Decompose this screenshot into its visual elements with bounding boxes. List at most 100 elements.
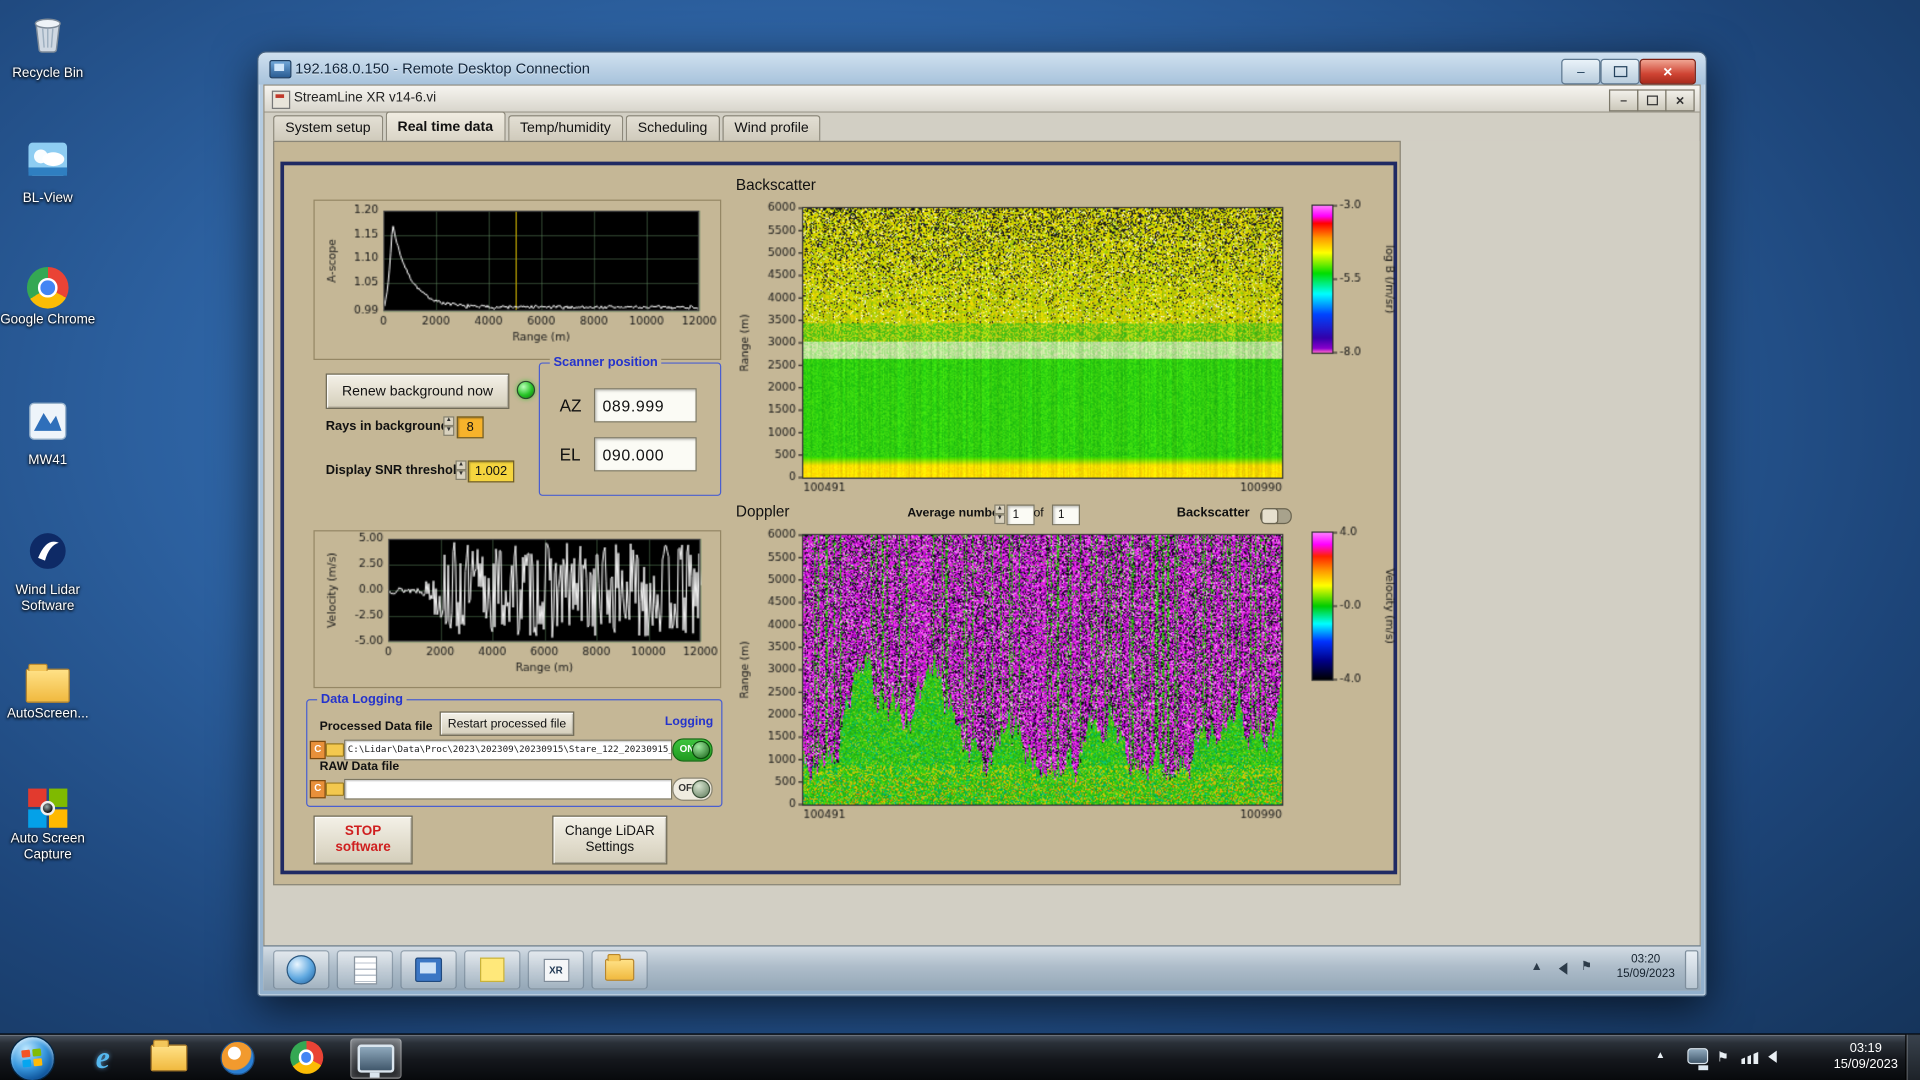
tray-rdp-icon[interactable] (1687, 1048, 1709, 1071)
remote-taskbar: XR ▲ ⚑ 03:20 15/09/2023 (263, 945, 1701, 991)
backscatter-doppler-toggle[interactable] (1260, 508, 1292, 525)
snr-value[interactable]: 1.002 (467, 460, 515, 483)
taskbar-rdp-button[interactable] (350, 1038, 402, 1079)
rdc-window-title: 192.168.0.150 - Remote Desktop Connectio… (295, 60, 590, 78)
internet-explorer-icon: e (95, 1038, 110, 1075)
tab-scheduling[interactable]: Scheduling (625, 115, 720, 141)
taskbar-media-player-button[interactable] (213, 1038, 262, 1076)
change-lidar-settings-button[interactable]: Change LiDAR Settings (552, 815, 668, 865)
remote-taskbar-explorer-button[interactable] (591, 950, 648, 990)
streamline-app-window: StreamLine XR v14-6.vi System setup Real… (263, 84, 1701, 947)
remote-show-desktop-button[interactable] (1684, 950, 1699, 990)
raw-logging-toggle[interactable]: OFF (672, 777, 713, 801)
desktop-icon-label: BL-View (22, 191, 73, 206)
browse-folder-icon[interactable] (325, 743, 345, 757)
media-player-icon (220, 1040, 255, 1075)
raw-data-file-path[interactable] (344, 778, 673, 800)
average-total-field[interactable]: 1 (1051, 504, 1080, 526)
velocity-plot (313, 530, 722, 689)
logging-label: Logging (664, 715, 714, 729)
remote-taskbar-xr-app-button[interactable]: XR (527, 950, 585, 990)
remote-taskbar-app-button[interactable] (400, 950, 457, 990)
rdc-session-area: StreamLine XR v14-6.vi System setup Real… (263, 84, 1701, 991)
el-value-field[interactable]: 090.000 (593, 437, 697, 472)
remote-tray-up-arrow[interactable]: ▲ (1531, 960, 1543, 973)
desktop-icon-label: Recycle Bin (12, 66, 84, 81)
az-value-field[interactable]: 089.999 (593, 388, 697, 423)
taskbar-ie-button[interactable]: e (78, 1038, 127, 1076)
tab-temp-humidity[interactable]: Temp/humidity (507, 115, 624, 141)
remote-taskbar-browser-button[interactable] (273, 950, 330, 990)
rdc-minimize-button[interactable]: – (1561, 58, 1601, 85)
tab-wind-profile[interactable]: Wind profile (722, 115, 821, 141)
tab-system-setup[interactable]: System setup (273, 115, 383, 141)
desktop-icon-recycle-bin[interactable]: Recycle Bin (0, 10, 105, 82)
windows-flag-icon (21, 1048, 43, 1068)
app-restore-button[interactable] (1637, 89, 1667, 112)
desktop-icon-wind-lidar[interactable]: Wind Lidar Software (0, 529, 105, 615)
scanner-position-group: Scanner position AZ 089.999 EL 090.000 (538, 355, 722, 496)
browse-folder-icon[interactable] (325, 782, 345, 796)
auto-screen-capture-icon (28, 788, 68, 828)
taskbar-explorer-button[interactable] (144, 1038, 193, 1076)
renew-background-button[interactable]: Renew background now (325, 373, 510, 409)
rdc-close-button[interactable]: × (1639, 58, 1696, 85)
tray-up-arrow[interactable]: ▲ (1656, 1049, 1666, 1060)
average-number-label: Average number (907, 506, 1004, 521)
tray-flag-icon[interactable]: ⚑ (1717, 1049, 1729, 1066)
sticky-note-icon (480, 957, 505, 983)
snr-spinner[interactable]: ▲ ▼ (455, 460, 467, 480)
tray-network-icon[interactable] (1741, 1051, 1759, 1065)
average-number-spinner[interactable]: ▲ ▼ (994, 504, 1006, 525)
desktop-icon-label: Google Chrome (0, 312, 96, 327)
average-number-field[interactable]: 1 (1006, 504, 1035, 526)
rays-spinner[interactable]: ▲ ▼ (443, 416, 455, 436)
remote-taskbar-notes-button[interactable] (464, 950, 521, 990)
data-logging-group: Data Logging Processed Data file Restart… (306, 691, 723, 807)
browser-icon (286, 955, 316, 985)
rdc-maximize-button[interactable] (1600, 58, 1640, 85)
taskbar-chrome-button[interactable] (282, 1038, 331, 1076)
rdc-app-icon (269, 60, 292, 79)
rays-in-background-label: Rays in background (325, 418, 449, 434)
taskbar-clock[interactable]: 03:19 15/09/2023 (1834, 1041, 1898, 1073)
processed-logging-toggle[interactable]: ON (672, 738, 713, 762)
app-titlebar[interactable]: StreamLine XR v14-6.vi (264, 85, 1700, 113)
desktop-icon-label: Auto Screen Capture (10, 831, 85, 863)
snr-threshold-label: Display SNR threshold (325, 462, 465, 478)
app-minimize-button[interactable] (1608, 89, 1639, 112)
processed-data-file-label: Processed Data file (319, 720, 433, 734)
desktop-icon-google-chrome[interactable]: Google Chrome (0, 266, 105, 328)
tray-volume-icon[interactable] (1768, 1050, 1777, 1063)
remote-taskbar-notepad-button[interactable] (336, 950, 394, 990)
drive-icon: C (309, 740, 326, 760)
remote-volume-icon[interactable] (1558, 962, 1568, 975)
restart-processed-file-button[interactable]: Restart processed file (439, 711, 575, 736)
tab-real-time-data[interactable]: Real time data (385, 111, 506, 141)
start-button[interactable] (9, 1035, 56, 1080)
toggle-knob (691, 780, 711, 799)
stop-software-button[interactable]: STOP software (313, 815, 413, 865)
bl-view-icon (26, 137, 70, 187)
vi-front-panel: Renew background now Rays in background … (264, 140, 1700, 946)
of-label: of (1033, 506, 1044, 521)
desktop-icon-bl-view[interactable]: BL-View (0, 137, 105, 207)
desktop-icon-mw41[interactable]: MW41 (0, 399, 105, 469)
az-label: AZ (559, 395, 582, 416)
backscatter-heatmap (729, 198, 1398, 503)
ascope-plot (313, 199, 722, 360)
processed-data-file-path[interactable]: C:\Lidar\Data\Proc\2023\202309\20230915\… (344, 739, 673, 761)
desktop-icon-autoscreen[interactable]: AutoScreen... (0, 661, 105, 722)
screen: Recycle Bin BL-View Google Chrome MW41 W… (0, 0, 1920, 1080)
desktop-icon-label: MW41 (28, 453, 68, 468)
remote-desktop-icon (357, 1044, 395, 1078)
toggle-knob (1261, 508, 1279, 525)
rdc-titlebar[interactable]: 192.168.0.150 - Remote Desktop Connectio… (258, 52, 1706, 85)
app-close-button[interactable] (1665, 89, 1695, 112)
show-desktop-button[interactable] (1905, 1034, 1920, 1080)
rays-value[interactable]: 8 (456, 416, 484, 439)
remote-flag-icon[interactable]: ⚑ (1581, 960, 1592, 973)
remote-clock[interactable]: 03:20 15/09/2023 (1608, 953, 1684, 982)
background-led-indicator (516, 380, 536, 400)
desktop-icon-auto-screen-capture[interactable]: Auto Screen Capture (0, 788, 105, 864)
